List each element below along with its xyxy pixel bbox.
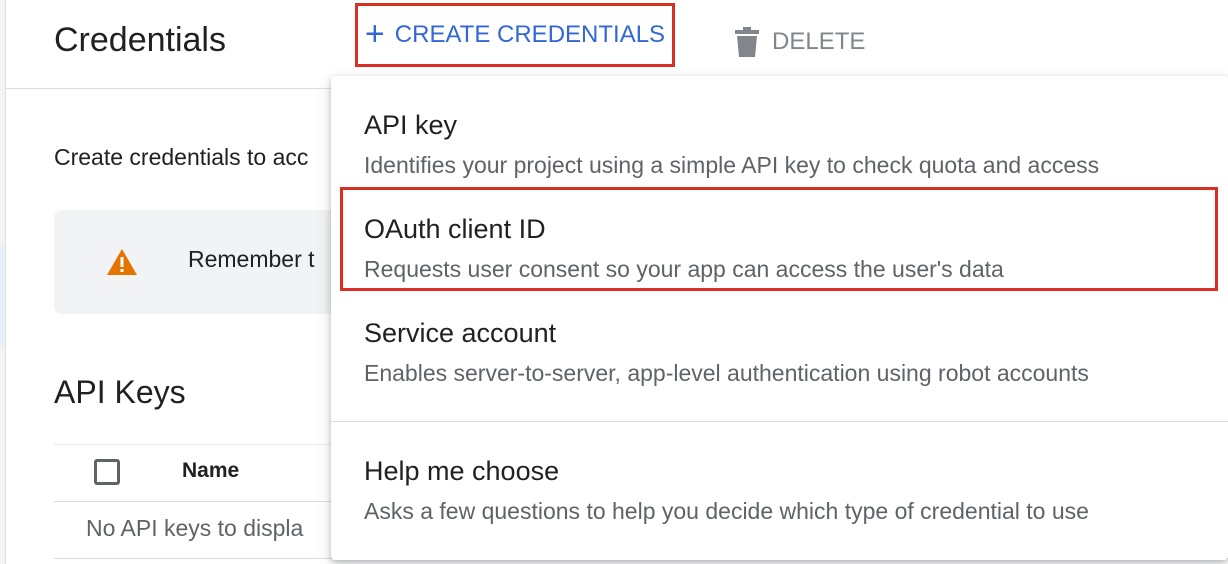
- left-nav-accent: [0, 246, 5, 346]
- delete-button[interactable]: DELETE: [734, 22, 865, 62]
- plus-icon: +: [364, 15, 385, 53]
- trash-icon: [735, 27, 759, 57]
- menu-item-title: OAuth client ID: [364, 214, 546, 244]
- credentials-page: Credentials + CREATE CREDENTIALS DELETE …: [0, 0, 1228, 564]
- menu-item-description: Enables server-to-server, app-level auth…: [364, 360, 1089, 386]
- menu-item-help-me-choose[interactable]: Help me choose Asks a few questions to h…: [331, 452, 1228, 556]
- menu-divider: [331, 421, 1228, 422]
- delete-label: DELETE: [772, 28, 866, 55]
- menu-item-description: Asks a few questions to help you decide …: [364, 498, 1089, 524]
- create-credentials-button[interactable]: + CREATE CREDENTIALS: [355, 3, 675, 67]
- menu-item-service-account[interactable]: Service account Enables server-to-server…: [331, 314, 1228, 418]
- create-credentials-label: CREATE CREDENTIALS: [394, 21, 666, 48]
- column-header-name[interactable]: Name: [182, 459, 239, 483]
- intro-text: Create credentials to acc: [54, 144, 309, 170]
- menu-item-title: Help me choose: [364, 456, 560, 486]
- menu-item-description: Requests user consent so your app can ac…: [364, 256, 1004, 282]
- warning-icon: [107, 249, 137, 275]
- menu-item-api-key[interactable]: API key Identifies your project using a …: [331, 106, 1228, 210]
- menu-item-title: API key: [364, 110, 458, 140]
- select-all-checkbox[interactable]: [94, 459, 120, 485]
- menu-item-oauth-client-id[interactable]: OAuth client ID Requests user consent so…: [331, 210, 1228, 314]
- menu-item-description: Identifies your project using a simple A…: [364, 152, 1100, 178]
- page-title: Credentials: [54, 21, 226, 59]
- notice-text: Remember t: [188, 246, 315, 272]
- api-keys-title: API Keys: [54, 374, 186, 410]
- menu-item-title: Service account: [364, 318, 557, 348]
- empty-state-text: No API keys to displa: [86, 515, 304, 541]
- create-credentials-menu: API key Identifies your project using a …: [331, 76, 1228, 560]
